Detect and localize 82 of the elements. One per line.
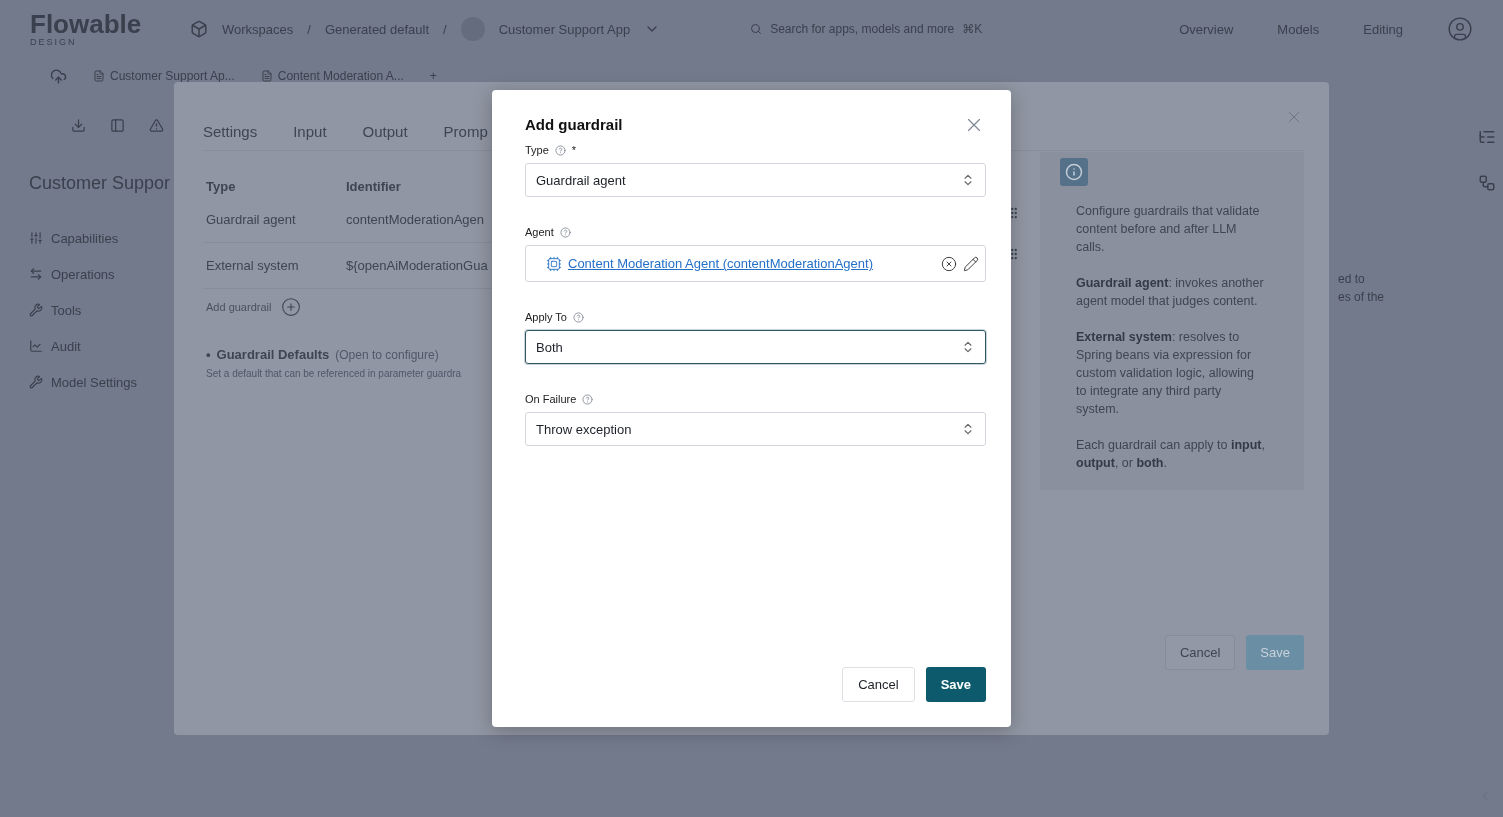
save-button[interactable]: Save	[1246, 635, 1304, 670]
field-label: Apply To	[525, 311, 567, 323]
breadcrumb-separator: /	[307, 21, 311, 37]
select-field[interactable]: Guardrail agent	[525, 163, 986, 197]
select-field[interactable]: Both	[525, 330, 986, 364]
field-label: Agent	[525, 226, 554, 238]
sidebar-title: Customer Suppor	[29, 173, 172, 194]
editor-tab[interactable]: Customer Support Ap...	[93, 69, 235, 83]
wrench-icon	[29, 303, 43, 317]
text-fragment: ed to	[1338, 271, 1365, 288]
list-icon[interactable]	[1478, 128, 1496, 146]
sidebar-item[interactable]: Operations	[29, 256, 203, 292]
section-description: Set a default that can be referenced in parameter guardra	[205, 367, 463, 379]
modal-title: Add guardrail	[525, 116, 623, 133]
select-field[interactable]: Throw exception	[525, 412, 986, 446]
sliders-icon	[29, 231, 43, 245]
logo-text: Flowable	[30, 11, 143, 37]
warning-icon[interactable]	[149, 118, 164, 133]
help-icon[interactable]	[573, 311, 584, 323]
cancel-button[interactable]: Cancel	[1164, 635, 1236, 670]
edit-button[interactable]	[963, 255, 979, 272]
breadcrumb-link[interactable]: Generated default	[324, 21, 429, 37]
dialog-tab[interactable]: Output	[362, 123, 408, 140]
save-button[interactable]: Save	[925, 667, 986, 702]
help-icon[interactable]	[559, 226, 571, 238]
logo-subtitle: DESIGN	[30, 37, 78, 47]
chart-icon	[29, 339, 43, 353]
add-guardrail-label: Add guardrail	[206, 301, 272, 313]
editor-tab[interactable]: Content Moderation A...	[260, 69, 404, 83]
sidebar-item[interactable]: Model Settings	[29, 364, 203, 400]
field-label: On Failure	[525, 393, 577, 405]
sidebar-item[interactable]: Tools	[29, 292, 203, 328]
nav-link[interactable]: Editing	[1363, 21, 1403, 37]
column-header: Type	[206, 179, 237, 196]
breadcrumb-link[interactable]: Workspaces	[222, 21, 294, 37]
editor-tab[interactable]: +	[429, 69, 437, 83]
table-cell-text: Guardrail agent	[206, 212, 297, 227]
dialog-tab[interactable]: Settings	[203, 123, 258, 140]
help-icon[interactable]	[582, 393, 594, 405]
text-fragment: es of the	[1338, 289, 1385, 306]
cloud-upload-icon[interactable]	[50, 67, 67, 85]
breadcrumb-separator: /	[443, 21, 447, 37]
user-icon[interactable]	[1447, 16, 1473, 42]
panel-icon[interactable]	[110, 118, 125, 133]
info-text: Configure guardrails that validate content before and after LLM calls.	[1076, 203, 1261, 256]
section-title[interactable]: Guardrail Defaults	[216, 347, 330, 362]
info-text: Each guardrail can apply to input, output, or both.	[1076, 437, 1266, 472]
clear-button[interactable]	[941, 255, 957, 272]
info-text: External system: resolves to Spring beans via expression for custom validation logic, allowing to integrate any third party system.	[1076, 329, 1255, 418]
download-icon[interactable]	[71, 118, 86, 133]
wrench-icon	[29, 375, 43, 389]
search-icon	[750, 23, 763, 35]
arrows-icon	[29, 267, 43, 281]
cube-icon	[190, 20, 208, 38]
help-icon[interactable]	[554, 144, 566, 156]
info-text: Guardrail agent: invokes another agent model that judges content.	[1076, 275, 1265, 310]
add-icon[interactable]	[281, 297, 302, 317]
chip-icon	[546, 255, 562, 272]
nav-link[interactable]: Models	[1277, 21, 1320, 37]
sidebar-item[interactable]: Audit	[29, 328, 203, 364]
breadcrumb-link[interactable]: Customer Support App	[498, 21, 631, 37]
dialog-tab[interactable]: Input	[293, 123, 327, 140]
cancel-button[interactable]: Cancel	[842, 667, 915, 702]
sidebar-item[interactable]: Capabilities	[29, 220, 203, 256]
nav-link[interactable]: Overview	[1179, 21, 1234, 37]
column-header: Identifier	[346, 179, 402, 196]
field-label: Type	[525, 144, 549, 156]
document-icon	[93, 70, 105, 82]
table-cell-text: ${openAiModerationGua	[346, 258, 489, 273]
document-icon	[260, 70, 273, 82]
dialog-tab[interactable]: Promp	[443, 123, 488, 140]
agent-link[interactable]: Content Moderation Agent (contentModerationAgent)	[568, 256, 935, 271]
section-hint: (Open to configure)	[335, 348, 439, 362]
shortcut-hint: ⌘K	[962, 22, 983, 36]
table-cell-text: External system	[206, 258, 300, 273]
table-cell-text: contentModerationAgen	[346, 212, 486, 227]
required-mark: *	[571, 144, 577, 156]
search-placeholder[interactable]: Search for apps, models and more	[770, 22, 955, 36]
bullet: •	[206, 347, 211, 362]
agent-field[interactable]: Content Moderation Agent (contentModerationAgent)	[525, 245, 986, 282]
outline-icon[interactable]	[1478, 174, 1496, 192]
info-icon	[1060, 158, 1088, 186]
